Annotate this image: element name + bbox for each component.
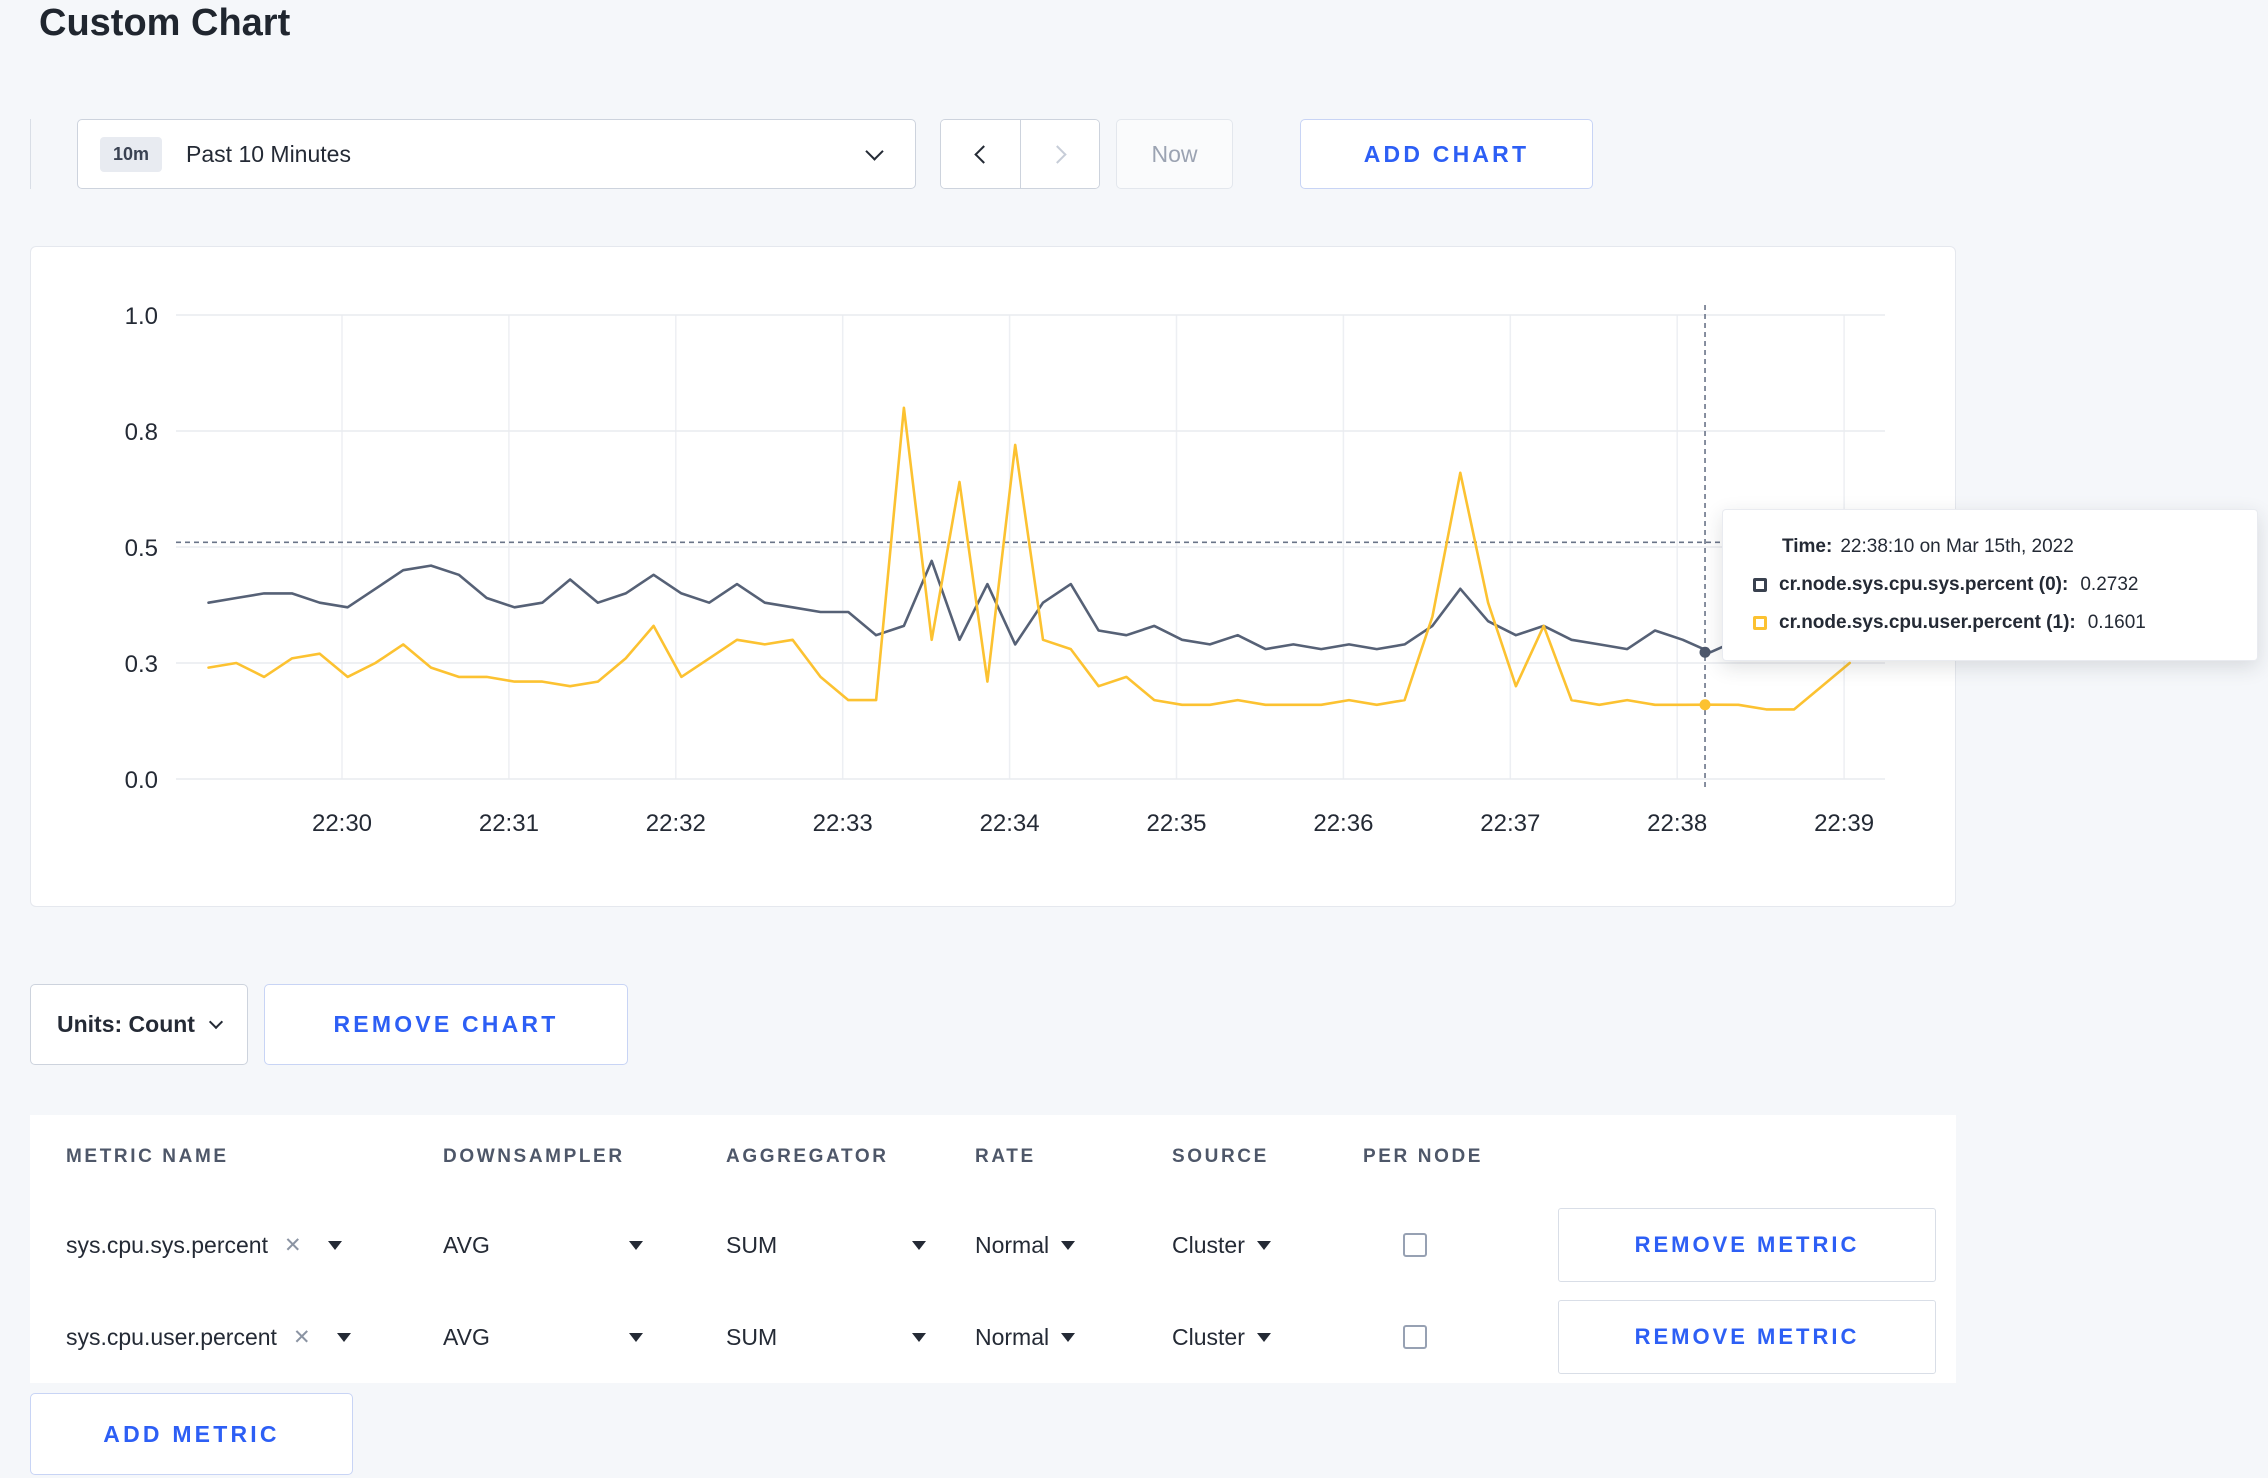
prev-range-button[interactable] (941, 120, 1020, 188)
svg-text:0.8: 0.8 (125, 419, 158, 446)
chevron-right-icon (1048, 144, 1067, 164)
tooltip-time-row: Time: 22:38:10 on Mar 15th, 2022 (1782, 536, 2227, 558)
caret-down-icon (912, 1332, 926, 1342)
units-dropdown[interactable]: Units: Count (30, 984, 248, 1065)
metric-name-value: sys.cpu.user.percent (66, 1323, 277, 1350)
downsampler-value: AVG (443, 1231, 490, 1258)
col-header-downsampler: DOWNSAMPLER (443, 1146, 625, 1167)
clear-metric-icon[interactable]: ✕ (284, 1233, 302, 1258)
rate-select[interactable]: Normal (975, 1324, 1172, 1351)
rate-value: Normal (975, 1323, 1050, 1350)
source-value: Cluster (1172, 1323, 1245, 1350)
chevron-down-icon (208, 1014, 224, 1029)
chart-tooltip: Time: 22:38:10 on Mar 15th, 2022 cr.node.… (1722, 509, 2258, 661)
remove-metric-button[interactable]: REMOVE METRIC (1558, 1300, 1936, 1374)
time-range-badge: 10m (100, 136, 163, 172)
metrics-table: METRIC NAME DOWNSAMPLER AGGREGATOR RATE … (30, 1115, 1956, 1383)
svg-text:1.0: 1.0 (125, 303, 158, 330)
add-chart-button[interactable]: ADD CHART (1300, 119, 1593, 189)
metric-name-select[interactable]: sys.cpu.user.percent ✕ (66, 1324, 443, 1351)
time-range-dropdown[interactable]: 10m Past 10 Minutes (77, 119, 916, 189)
caret-down-icon (1061, 1332, 1076, 1342)
tooltip-series-row: cr.node.sys.cpu.user.percent (1): 0.1601 (1753, 612, 2227, 634)
units-label: Units: Count (57, 1011, 195, 1037)
col-header-per-node: PER NODE (1363, 1146, 1484, 1167)
svg-text:22:32: 22:32 (646, 810, 706, 837)
source-select[interactable]: Cluster (1172, 1324, 1363, 1351)
svg-text:22:38: 22:38 (1647, 810, 1707, 837)
metric-name-select[interactable]: sys.cpu.sys.percent ✕ (66, 1232, 443, 1259)
caret-down-icon (912, 1240, 926, 1250)
source-value: Cluster (1172, 1231, 1245, 1258)
time-step-buttons (940, 119, 1100, 189)
caret-down-icon (1256, 1332, 1271, 1342)
caret-down-icon (1061, 1240, 1076, 1250)
aggregator-select[interactable]: SUM (726, 1232, 926, 1259)
tooltip-time-value: 22:38:10 on Mar 15th, 2022 (1840, 536, 2074, 557)
metric-row: sys.cpu.sys.percent ✕ AVG SUM Normal Clu… (30, 1199, 1956, 1291)
downsampler-value: AVG (443, 1323, 490, 1350)
caret-down-icon (629, 1332, 643, 1342)
series-sys-swatch-icon (1753, 578, 1767, 592)
per-node-checkbox[interactable] (1403, 1233, 1427, 1257)
metric-row: sys.cpu.user.percent ✕ AVG SUM Normal Cl… (30, 1291, 1956, 1383)
metrics-line-chart[interactable]: 22:30 22:31 22:32 22:33 22:34 22:35 22:36 22:37… (31, 247, 1957, 908)
now-button[interactable]: Now (1116, 119, 1233, 189)
caret-down-icon (1256, 1240, 1271, 1250)
rate-select[interactable]: Normal (975, 1232, 1172, 1259)
svg-text:22:34: 22:34 (980, 810, 1040, 837)
rate-value: Normal (975, 1231, 1050, 1258)
svg-text:22:33: 22:33 (813, 810, 873, 837)
svg-text:0.0: 0.0 (125, 767, 158, 794)
next-range-button[interactable] (1020, 120, 1099, 188)
svg-text:0.5: 0.5 (125, 535, 158, 562)
per-node-checkbox[interactable] (1403, 1325, 1427, 1349)
toolbar-divider (30, 119, 31, 189)
remove-chart-button[interactable]: REMOVE CHART (263, 984, 628, 1065)
aggregator-value: SUM (726, 1231, 778, 1258)
svg-text:22:39: 22:39 (1814, 810, 1874, 837)
chart-controls: Units: Count REMOVE CHART (30, 984, 628, 1065)
aggregator-select[interactable]: SUM (726, 1324, 926, 1351)
tooltip-series-value: 0.2732 (2080, 574, 2139, 595)
svg-text:22:37: 22:37 (1480, 810, 1540, 837)
custom-chart-page: Custom Chart 10m Past 10 Minutes Now ADD… (0, 0, 2268, 1478)
col-header-aggregator: AGGREGATOR (726, 1146, 889, 1167)
chevron-left-icon (973, 144, 993, 164)
col-header-rate: RATE (975, 1146, 1036, 1167)
clear-metric-icon[interactable]: ✕ (293, 1325, 311, 1350)
tooltip-series-label: cr.node.sys.cpu.sys.percent (0): (1779, 574, 2069, 595)
caret-down-icon (327, 1240, 342, 1250)
add-metric-button[interactable]: ADD METRIC (30, 1393, 353, 1475)
svg-text:22:36: 22:36 (1313, 810, 1373, 837)
svg-text:22:31: 22:31 (479, 810, 539, 837)
downsampler-select[interactable]: AVG (443, 1324, 643, 1351)
series-user-swatch-icon (1753, 616, 1767, 630)
time-range-label: Past 10 Minutes (186, 140, 351, 167)
aggregator-value: SUM (726, 1323, 778, 1350)
col-header-source: SOURCE (1172, 1146, 1269, 1167)
svg-text:22:35: 22:35 (1146, 810, 1206, 837)
caret-down-icon (336, 1332, 351, 1342)
chart-card: 22:30 22:31 22:32 22:33 22:34 22:35 22:36 22:37… (30, 246, 1956, 907)
source-select[interactable]: Cluster (1172, 1232, 1363, 1259)
downsampler-select[interactable]: AVG (443, 1232, 643, 1259)
col-header-metric-name: METRIC NAME (66, 1146, 229, 1167)
tooltip-series-value: 0.1601 (2087, 612, 2146, 633)
tooltip-series-label: cr.node.sys.cpu.user.percent (1): (1779, 612, 2076, 633)
metrics-table-header: METRIC NAME DOWNSAMPLER AGGREGATOR RATE … (30, 1115, 1956, 1199)
metric-name-value: sys.cpu.sys.percent (66, 1231, 268, 1258)
time-toolbar: 10m Past 10 Minutes Now ADD CHART (30, 119, 1593, 189)
remove-metric-button[interactable]: REMOVE METRIC (1558, 1208, 1936, 1282)
tooltip-series-row: cr.node.sys.cpu.sys.percent (0): 0.2732 (1753, 574, 2227, 596)
svg-text:22:30: 22:30 (312, 810, 372, 837)
caret-down-icon (629, 1240, 643, 1250)
page-title: Custom Chart (39, 2, 291, 44)
tooltip-time-label: Time: (1782, 536, 1833, 557)
chevron-down-icon (865, 141, 884, 161)
svg-text:0.3: 0.3 (125, 651, 158, 678)
